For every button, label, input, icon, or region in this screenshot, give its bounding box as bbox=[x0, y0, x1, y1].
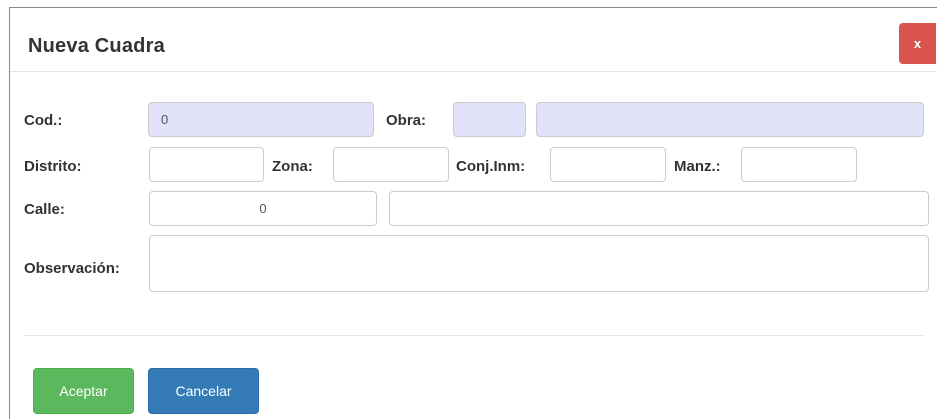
obra-label: Obra: bbox=[386, 112, 427, 129]
cod-label: Cod.: bbox=[24, 112, 63, 129]
distrito-label: Distrito: bbox=[24, 158, 82, 175]
cancel-button[interactable]: Cancelar bbox=[148, 368, 259, 414]
obra-name-input[interactable] bbox=[536, 102, 924, 137]
cod-input[interactable] bbox=[148, 102, 374, 137]
calle-name-input[interactable] bbox=[389, 191, 929, 226]
observacion-textarea[interactable] bbox=[149, 235, 929, 292]
manz-input[interactable] bbox=[741, 147, 857, 182]
conj-inm-input[interactable] bbox=[550, 147, 666, 182]
accept-button[interactable]: Aceptar bbox=[33, 368, 134, 414]
manz-label: Manz.: bbox=[674, 158, 721, 175]
distrito-input[interactable] bbox=[149, 147, 264, 182]
nueva-cuadra-dialog: Nueva Cuadra x Cod.: Obra: Distrito: Zon… bbox=[9, 7, 937, 419]
footer-divider bbox=[24, 335, 924, 336]
close-button[interactable]: x bbox=[899, 23, 936, 64]
dialog-header: Nueva Cuadra x bbox=[10, 8, 937, 72]
obra-code-input[interactable] bbox=[453, 102, 526, 137]
zona-input[interactable] bbox=[333, 147, 449, 182]
calle-label: Calle: bbox=[24, 201, 65, 218]
observacion-label: Observación: bbox=[24, 260, 120, 277]
calle-code-input[interactable] bbox=[149, 191, 377, 226]
zona-label: Zona: bbox=[272, 158, 313, 175]
conj-inm-label: Conj.Inm: bbox=[456, 158, 526, 175]
dialog-title: Nueva Cuadra bbox=[28, 35, 165, 57]
